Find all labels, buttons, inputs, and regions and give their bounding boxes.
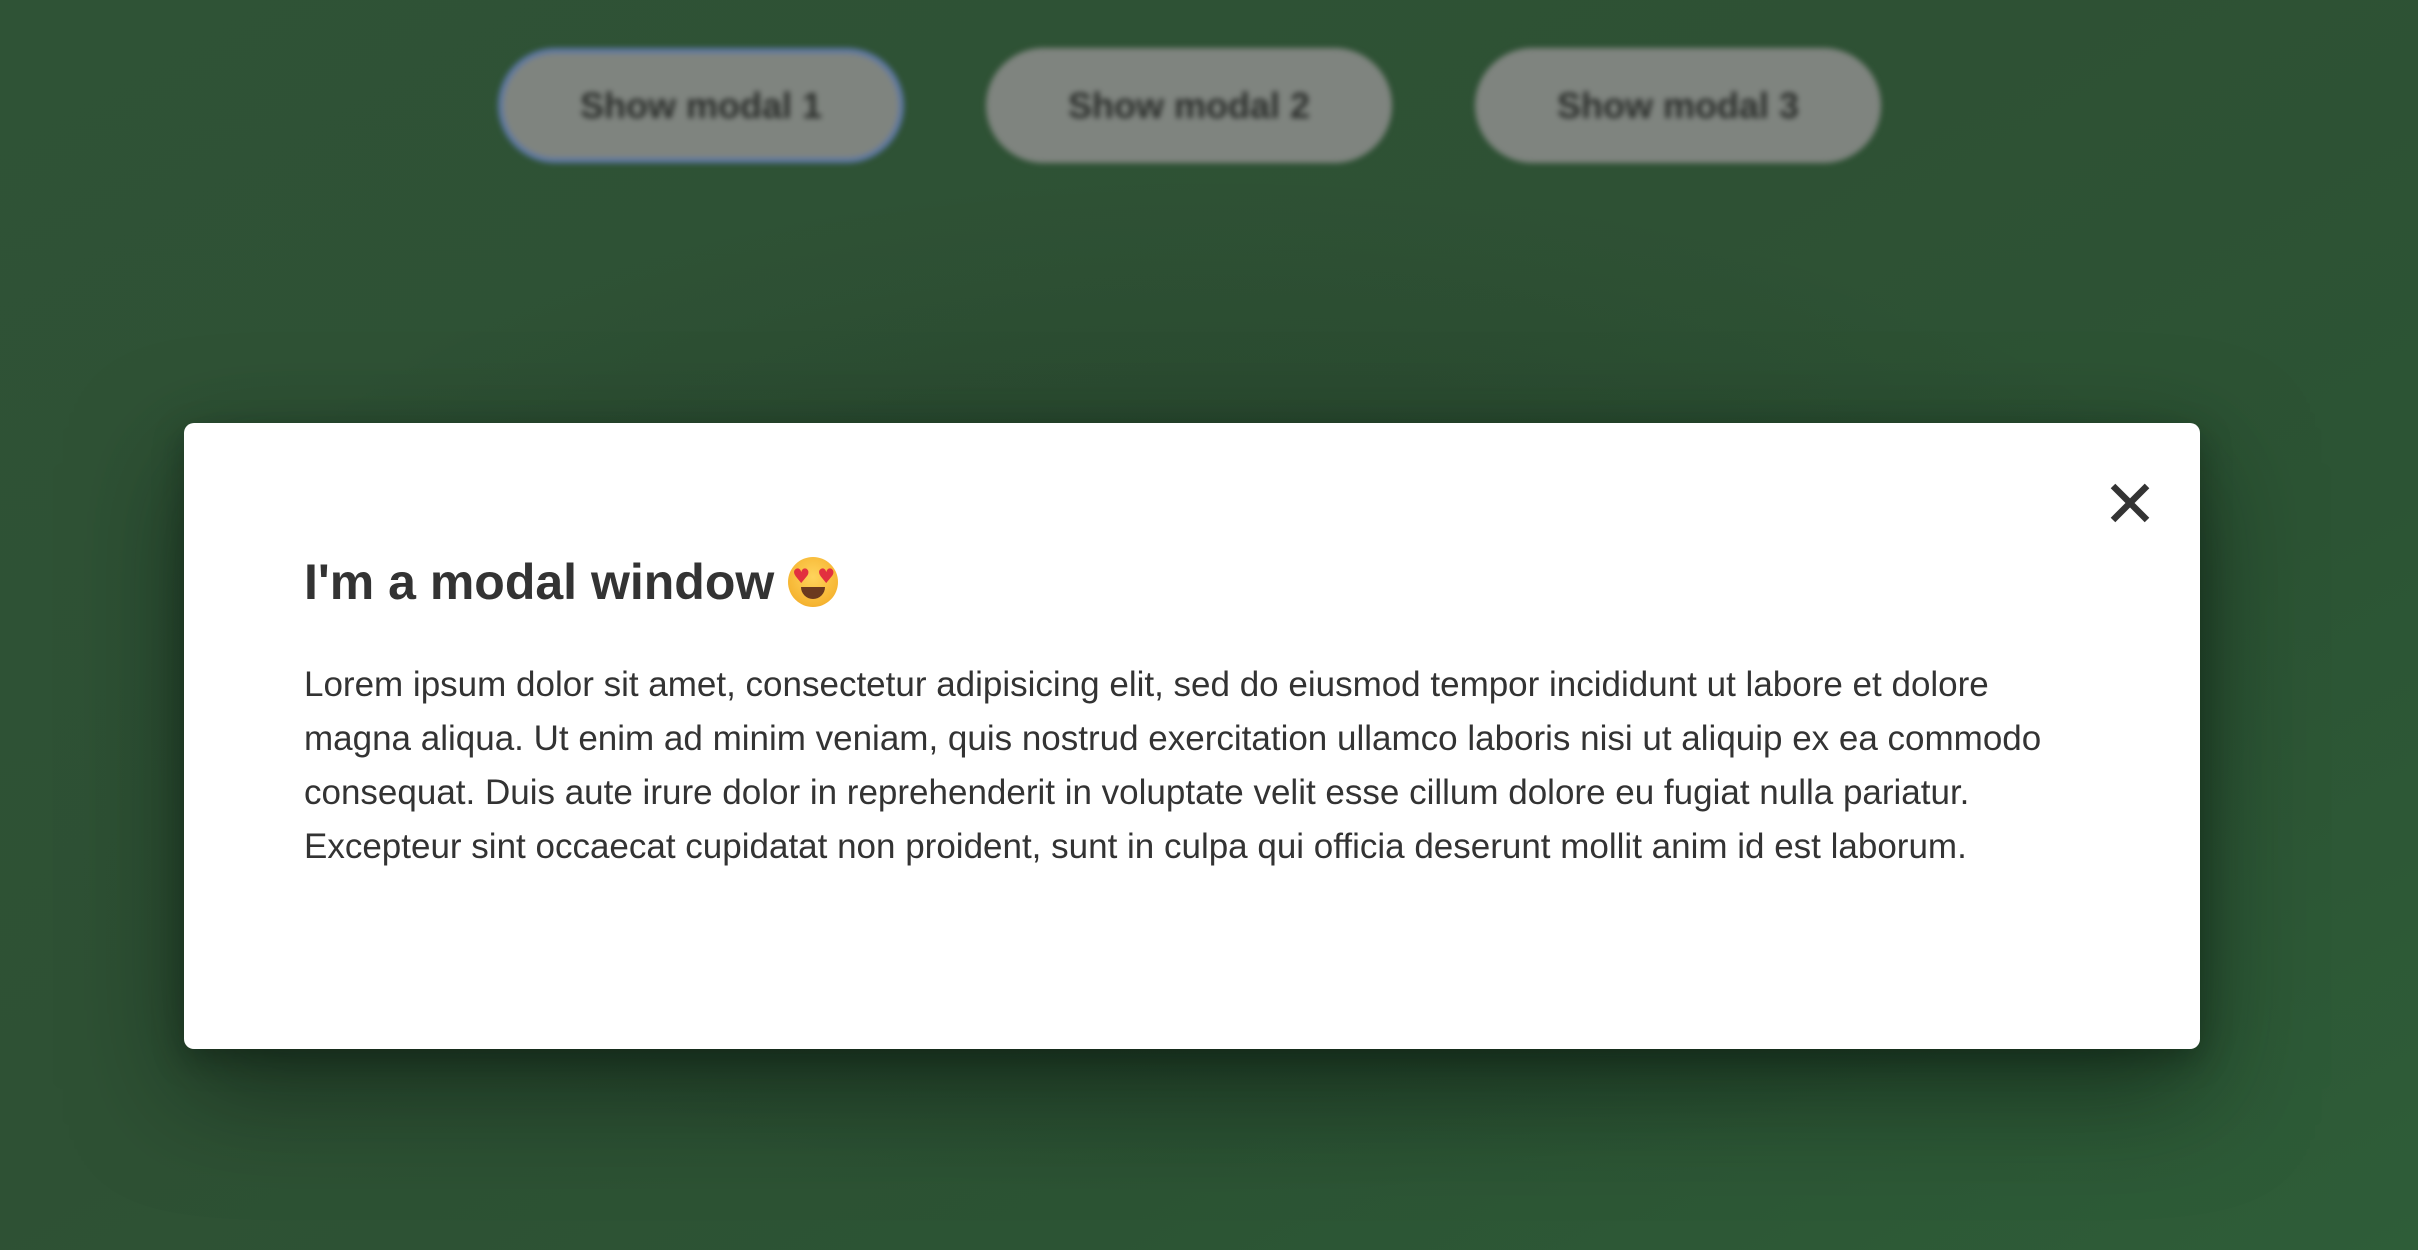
smiling-face-with-heart-eyes-icon: ♥ ♥ — [788, 557, 839, 607]
modal-title: I'm a modal window ♥ ♥ — [304, 550, 839, 614]
show-modal-1-button[interactable]: Show modal 1 — [498, 48, 904, 163]
modal-trigger-buttons: Show modal 1 Show modal 2 Show modal 3 — [0, 48, 2418, 163]
close-icon[interactable]: ✕ — [2100, 472, 2160, 538]
modal-title-text: I'm a modal window — [304, 554, 775, 610]
show-modal-3-button[interactable]: Show modal 3 — [1475, 48, 1881, 163]
show-modal-2-button[interactable]: Show modal 2 — [986, 48, 1392, 163]
modal-body-text: Lorem ipsum dolor sit amet, consectetur … — [304, 665, 2042, 866]
